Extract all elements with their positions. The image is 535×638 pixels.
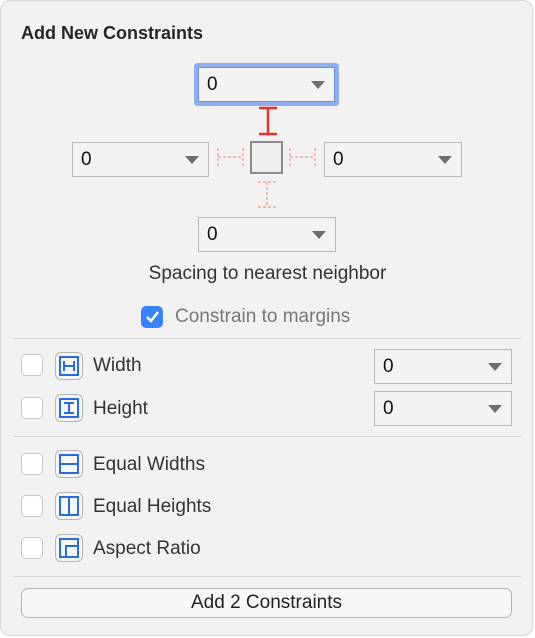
height-label: Height <box>93 398 148 419</box>
spacing-caption: Spacing to nearest neighbor <box>148 263 387 284</box>
chevron-down-icon <box>488 362 502 371</box>
chevron-down-icon <box>312 230 326 239</box>
chevron-down-icon <box>311 80 325 89</box>
chevron-down-icon <box>488 404 502 413</box>
divider <box>13 576 521 577</box>
right-spacing-value: 0 <box>333 148 344 170</box>
right-spacing-dropdown[interactable]: 0 <box>324 142 462 177</box>
bottom-spacing-value: 0 <box>207 223 218 245</box>
left-spacing-dropdown[interactable]: 0 <box>72 142 209 177</box>
width-label: Width <box>93 355 142 376</box>
aspect-ratio-checkbox[interactable] <box>21 537 43 559</box>
top-spacing-value: 0 <box>207 73 218 95</box>
left-spacing-value: 0 <box>81 148 92 170</box>
bottom-constraint-toggle[interactable] <box>258 181 277 208</box>
chevron-down-icon <box>438 155 452 164</box>
constrain-to-margins-checkbox[interactable] <box>141 306 163 328</box>
height-constraint-icon <box>55 394 83 422</box>
right-constraint-toggle[interactable] <box>289 148 316 166</box>
add-constraints-panel: Add New Constraints 0 0 0 0 Spacing to n… <box>0 0 533 636</box>
width-constraint-icon <box>55 352 83 380</box>
equal-widths-icon <box>55 450 83 478</box>
panel-title: Add New Constraints <box>21 23 204 43</box>
equal-heights-checkbox[interactable] <box>21 495 43 517</box>
top-spacing-dropdown[interactable]: 0 <box>198 67 335 102</box>
top-constraint-toggle[interactable] <box>259 106 277 136</box>
aspect-ratio-icon <box>55 534 83 562</box>
equal-widths-label: Equal Widths <box>93 454 205 475</box>
height-value: 0 <box>383 397 394 419</box>
divider <box>13 436 521 437</box>
equal-widths-checkbox[interactable] <box>21 453 43 475</box>
height-value-dropdown[interactable]: 0 <box>374 391 512 426</box>
spacing-diagram <box>217 106 316 208</box>
width-checkbox[interactable] <box>21 354 43 376</box>
view-square <box>250 141 283 174</box>
width-value: 0 <box>383 355 394 377</box>
constrain-to-margins-label: Constrain to margins <box>175 306 351 327</box>
checkmark-icon <box>146 311 159 323</box>
equal-heights-label: Equal Heights <box>93 496 212 517</box>
bottom-spacing-dropdown[interactable]: 0 <box>198 217 336 252</box>
width-value-dropdown[interactable]: 0 <box>374 349 512 384</box>
left-constraint-toggle[interactable] <box>217 148 244 166</box>
aspect-ratio-label: Aspect Ratio <box>93 538 201 559</box>
divider <box>13 338 521 339</box>
height-checkbox[interactable] <box>21 397 43 419</box>
add-constraints-button[interactable]: Add 2 Constraints <box>21 588 512 618</box>
equal-heights-icon <box>55 492 83 520</box>
chevron-down-icon <box>185 155 199 164</box>
